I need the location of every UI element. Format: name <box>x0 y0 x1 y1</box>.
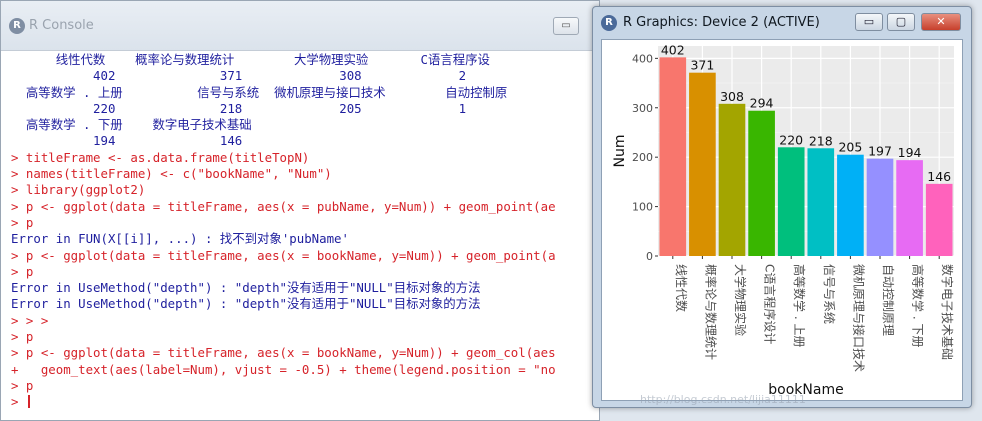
x-tick-label: 数字电子技术基础 <box>940 264 955 360</box>
y-tick-label: 0 <box>646 250 653 263</box>
y-tick-label: 100 <box>632 201 653 214</box>
r-logo-icon: R <box>601 15 617 31</box>
console-line: Error in FUN(X[[i]], ...) : 找不到对象'pubNam… <box>11 231 599 247</box>
console-line: 220 218 205 1 <box>11 101 599 117</box>
data-label: 218 <box>809 133 833 148</box>
console-line-text: > titleFrame <- as.data.frame(titleTopN) <box>11 149 310 165</box>
watermark: http://blog.csdn.net/lijia11111 <box>640 393 806 406</box>
r-logo-icon: R <box>9 18 25 34</box>
data-label: 308 <box>720 89 744 104</box>
bar <box>807 148 835 256</box>
console-minimize-button[interactable]: ▭ <box>553 17 579 35</box>
console-line: 线性代数 概率论与数理统计 大学物理实验 C语言程序设 <box>11 52 599 68</box>
x-tick-label: 自动控制原理 <box>881 264 895 336</box>
graphics-maximize-button[interactable]: ▢ <box>887 13 915 31</box>
console-line-text: 线性代数 概率论与数理统计 大学物理实验 C语言程序设 <box>11 52 490 67</box>
console-line-text: > > > <box>11 312 49 328</box>
console-line: > p <box>11 329 599 345</box>
bar-chart: 0 100 200 300 400 402 线性代数 371 概率论与数理统计 308 大学物理实验… <box>612 42 955 398</box>
y-tick-label: 400 <box>632 52 653 65</box>
console-line: > <box>11 394 599 410</box>
console-line: 194 146 <box>11 133 599 149</box>
bar <box>866 158 894 256</box>
data-label: 371 <box>690 58 714 73</box>
x-tick-label: 高等数学 . 下册 <box>911 264 926 347</box>
x-tick-label: 概率论与数理统计 <box>703 264 718 360</box>
console-line-text: Error in UseMethod("depth") : "depth"没有适… <box>11 296 481 312</box>
x-tick-label: 线性代数 <box>674 264 689 312</box>
data-label: 402 <box>661 42 685 57</box>
x-tick-label: 大学物理实验 <box>733 264 748 336</box>
graphics-title-bar[interactable]: R R Graphics: Device 2 (ACTIVE) ▭ ▢ ✕ <box>593 7 971 37</box>
x-tick-label: 高等数学 . 上册 <box>792 264 807 347</box>
console-line: > names(titleFrame) <- c("bookName", "Nu… <box>11 166 599 182</box>
console-line: > p <box>11 264 599 280</box>
data-label: 146 <box>927 169 951 184</box>
data-label: 194 <box>898 145 922 160</box>
console-line-text: > p <box>11 214 34 230</box>
console-title-bar[interactable]: R R Console ▭ <box>1 1 599 51</box>
console-line-text: 高等数学 . 下册 数字电子技术基础 <box>11 117 252 133</box>
console-line: > p <box>11 378 599 394</box>
console-line: + geom_text(aes(label=Num), vjust = -0.5… <box>11 362 599 378</box>
console-line-text: 220 218 205 1 <box>11 100 467 116</box>
data-label: 205 <box>838 140 862 155</box>
console-line-text: > library(ggplot2) <box>11 182 146 198</box>
console-line: > p <- ggplot(data = titleFrame, aes(x =… <box>11 345 599 361</box>
bar <box>659 57 687 256</box>
bar <box>925 183 953 256</box>
x-tick-label: 微机原理与接口技术 <box>851 264 866 372</box>
console-line-text: > names(titleFrame) <- c("bookName", "Nu… <box>11 166 332 182</box>
console-line-text: 402 371 308 2 <box>11 68 467 84</box>
x-tick-label: 信号与系统 <box>822 264 836 324</box>
console-line-text: > p <- ggplot(data = titleFrame, aes(x =… <box>11 345 556 361</box>
y-tick-label: 200 <box>632 151 653 164</box>
console-output[interactable]: 线性代数 概率论与数理统计 大学物理实验 C语言程序设 402 371 308 … <box>1 52 599 421</box>
console-line: > p <- ggplot(data = titleFrame, aes(x =… <box>11 199 599 215</box>
y-tick-label: 300 <box>632 102 653 115</box>
console-line-text: Error in FUN(X[[i]], ...) : 找不到对象'pubNam… <box>11 231 349 247</box>
console-line-text: Error in UseMethod("depth") : "depth"没有适… <box>11 280 481 296</box>
console-line: > > > <box>11 313 599 329</box>
console-line-text: 194 146 <box>11 133 243 149</box>
y-axis-title: Num <box>612 135 628 168</box>
data-label: 220 <box>779 132 803 147</box>
bar <box>748 110 775 257</box>
graphics-minimize-button[interactable]: ▭ <box>855 13 883 31</box>
console-line-text: 高等数学 . 上册 信号与系统 微机原理与接口技术 自动控制原 <box>11 84 508 100</box>
console-line-text: > p <box>11 377 34 393</box>
console-line: 402 371 308 2 <box>11 68 599 84</box>
r-graphics-window[interactable]: R R Graphics: Device 2 (ACTIVE) ▭ ▢ ✕ 0 1… <box>592 6 972 408</box>
console-line-text: > <box>11 394 26 410</box>
console-line-text: > p <- ggplot(data = titleFrame, aes(x =… <box>11 198 556 214</box>
bar <box>837 154 864 256</box>
console-line: > p <box>11 215 599 231</box>
data-label: 197 <box>868 144 892 159</box>
console-line: Error in UseMethod("depth") : "depth"没有适… <box>11 296 599 312</box>
text-cursor <box>27 395 30 409</box>
console-line: 高等数学 . 上册 信号与系统 微机原理与接口技术 自动控制原 <box>11 85 599 101</box>
console-line: > titleFrame <- as.data.frame(titleTopN) <box>11 150 599 166</box>
console-line: Error in UseMethod("depth") : "depth"没有适… <box>11 280 599 296</box>
data-label: 294 <box>750 96 774 111</box>
bar <box>777 147 805 256</box>
bar <box>689 72 716 256</box>
console-title: R Console <box>29 18 94 33</box>
graphics-title: R Graphics: Device 2 (ACTIVE) <box>623 15 820 30</box>
console-line: > library(ggplot2) <box>11 182 599 198</box>
plot-canvas: 0 100 200 300 400 402 线性代数 371 概率论与数理统计 308 大学物理实验… <box>601 39 963 401</box>
r-console-window[interactable]: R R Console ▭ 线性代数 概率论与数理统计 大学物理实验 C语言程序… <box>0 0 600 421</box>
bar <box>718 103 746 256</box>
console-line-text: > p <box>11 263 34 279</box>
console-line-text: + geom_text(aes(label=Num), vjust = -0.5… <box>11 361 556 377</box>
console-line-text: > p <- ggplot(data = titleFrame, aes(x =… <box>11 247 556 263</box>
console-line: > p <- ggplot(data = titleFrame, aes(x =… <box>11 248 599 264</box>
graphics-close-button[interactable]: ✕ <box>921 13 961 31</box>
console-line-text: > p <box>11 329 34 345</box>
console-line: 高等数学 . 下册 数字电子技术基础 <box>11 117 599 133</box>
bar <box>896 160 923 256</box>
x-tick-label: C语言程序设计 <box>763 264 778 344</box>
